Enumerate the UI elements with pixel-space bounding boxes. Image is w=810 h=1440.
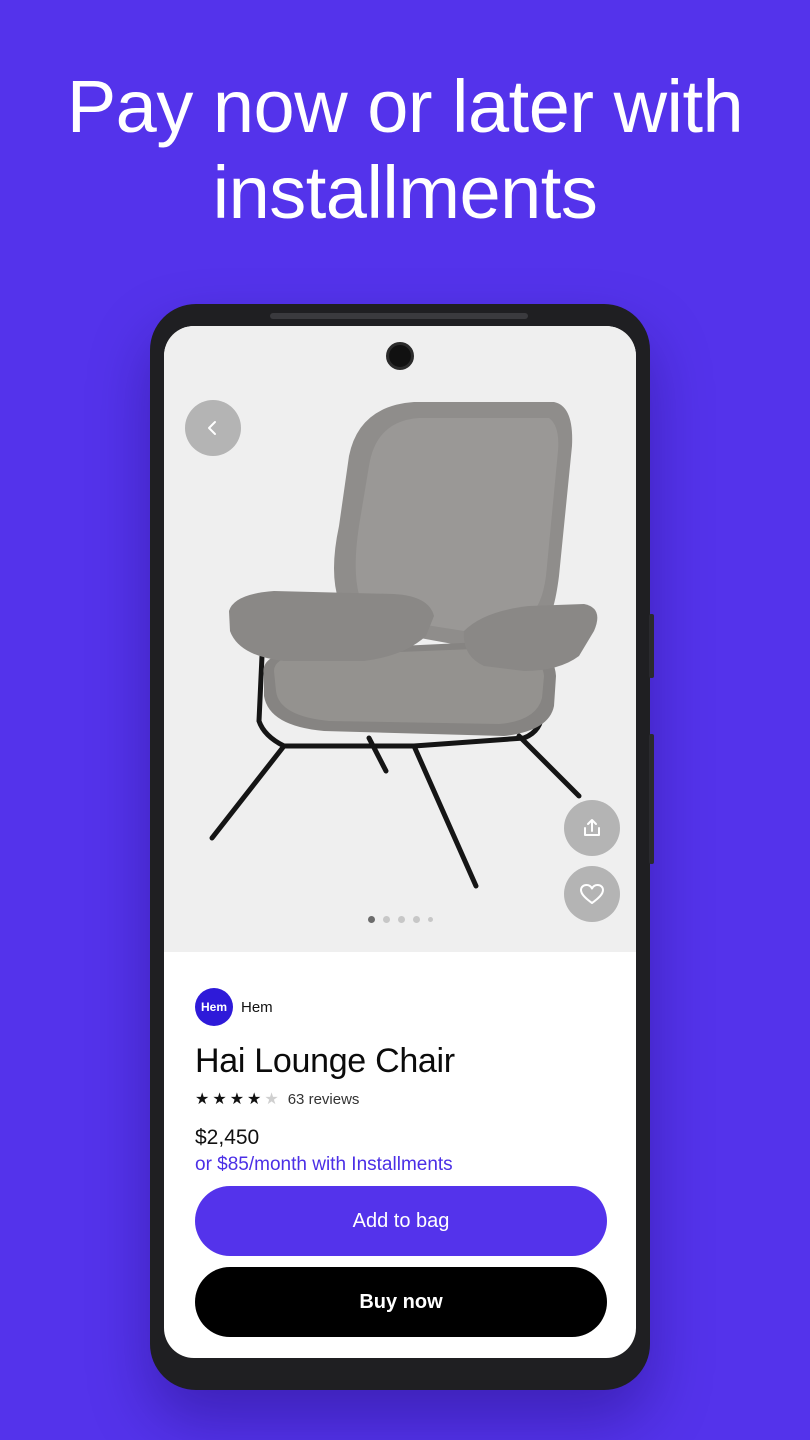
add-to-bag-button[interactable]: Add to bag [195,1186,607,1256]
carousel-dot[interactable] [412,916,420,923]
brand-logo: Hem [195,988,233,1026]
carousel-dot[interactable] [397,916,405,923]
star-filled-icon: ★ [247,1090,262,1108]
reviews-count[interactable]: 63 reviews [288,1091,360,1108]
installments-link[interactable]: or $85/month with Installments [195,1154,607,1176]
headline-line-1: Pay now or later with [66,65,744,148]
chevron-left-icon [208,421,216,435]
headline: Pay now or later with installments [0,64,810,236]
star-filled-icon: ★ [212,1090,227,1108]
carousel-dot[interactable] [382,916,390,923]
star-filled-icon: ★ [229,1090,245,1108]
heart-icon [580,884,604,904]
front-camera [386,342,414,370]
phone-frame: Hem Hem Hai Lounge Chair ★ ★ ★ ★ ★ 63 re… [150,304,654,1390]
share-button[interactable] [564,800,620,856]
brand-name[interactable]: Hem [241,999,273,1016]
headline-line-2: installments [212,151,598,234]
brand-row[interactable]: Hem Hem [195,988,607,1026]
back-button[interactable] [185,400,241,456]
product-title: Hai Lounge Chair [195,1042,455,1080]
carousel-dot[interactable] [367,916,375,923]
rating-row[interactable]: ★ ★ ★ ★ ★ 63 reviews [195,1091,607,1108]
star-empty-icon: ★ [264,1090,279,1108]
star-filled-icon: ★ [195,1090,210,1108]
power-button [649,734,654,864]
share-icon [584,819,600,836]
carousel-indicator [164,916,636,923]
product-image-carousel[interactable] [164,326,636,952]
product-price: $2,450 [195,1126,260,1149]
carousel-dot[interactable] [427,917,433,922]
buy-now-button[interactable]: Buy now [195,1267,607,1337]
volume-button [649,614,654,678]
phone-screen: Hem Hem Hai Lounge Chair ★ ★ ★ ★ ★ 63 re… [164,326,636,1358]
product-details: Hem Hem Hai Lounge Chair ★ ★ ★ ★ ★ 63 re… [195,988,607,1176]
favorite-button[interactable] [564,866,620,922]
